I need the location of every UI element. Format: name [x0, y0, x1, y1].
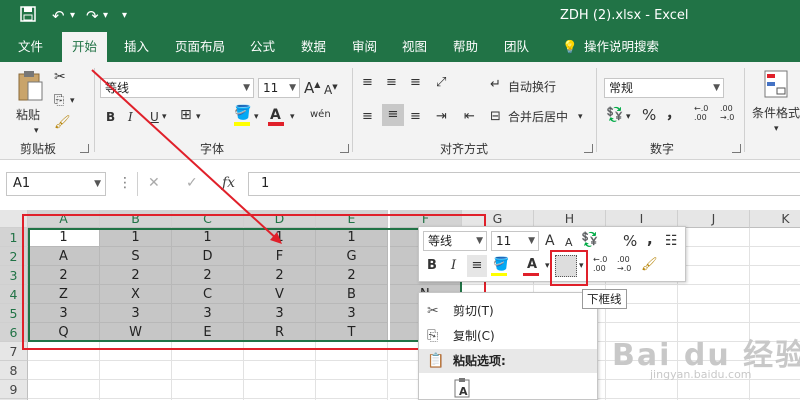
- chevron-down-icon: ▼: [476, 236, 483, 246]
- watermark-url: jingyan.baidu.com: [650, 368, 752, 381]
- mini-align-center-icon[interactable]: ≡: [467, 255, 487, 277]
- mini-font-color-icon[interactable]: A: [527, 256, 537, 274]
- mini-format-painter-icon[interactable]: 🖌: [641, 256, 658, 274]
- mini-currency-icon[interactable]: 💱: [581, 231, 598, 249]
- cut-icon: ✂: [427, 303, 439, 319]
- menu-item-label: 复制(C): [453, 329, 495, 343]
- mini-increase-decimal-icon[interactable]: ←.0.00: [593, 255, 607, 273]
- mini-bold-button[interactable]: B: [427, 257, 437, 275]
- mini-decrease-decimal-icon[interactable]: .00 →.0: [617, 255, 631, 273]
- menu-item-cut[interactable]: ✂ 剪切(T): [419, 299, 597, 323]
- mini-font-size-combo[interactable]: 11 ▼: [491, 231, 539, 251]
- paste-icon: 📋: [427, 353, 445, 369]
- mini-comma-button[interactable]: ,: [647, 230, 653, 248]
- chevron-down-icon: ▼: [528, 236, 535, 246]
- mini-format-icon[interactable]: ☷: [665, 232, 678, 250]
- mini-fill-color-icon[interactable]: 🪣: [493, 256, 509, 274]
- tooltip: 下框线: [582, 289, 627, 309]
- menu-item-label: 粘贴选项:: [453, 354, 506, 368]
- copy-icon: ⎘: [427, 328, 439, 344]
- menu-item-label: 剪切(T): [453, 304, 494, 318]
- menu-header-paste-options: 📋 粘贴选项:: [419, 349, 597, 373]
- mini-font-color-dropdown-icon[interactable]: ▾: [545, 257, 550, 275]
- menu-item-copy[interactable]: ⎘ 复制(C): [419, 324, 597, 348]
- annotation-box: [550, 250, 588, 286]
- mini-font-name-combo[interactable]: 等线 ▼: [423, 231, 487, 251]
- mini-italic-button[interactable]: I: [451, 257, 456, 275]
- mini-font-color-swatch: [523, 273, 539, 276]
- paste-option-icon[interactable]: A: [453, 377, 475, 399]
- mini-font-size-value: 11: [496, 234, 512, 248]
- mini-fill-color-swatch: [491, 273, 507, 276]
- mini-percent-button[interactable]: %: [623, 232, 637, 250]
- svg-text:A: A: [459, 385, 468, 398]
- context-menu: ✂ 剪切(T) ⎘ 复制(C) 📋 粘贴选项: A: [418, 292, 598, 400]
- mini-increase-font-button[interactable]: A: [545, 232, 555, 250]
- mini-font-name-value: 等线: [428, 234, 453, 248]
